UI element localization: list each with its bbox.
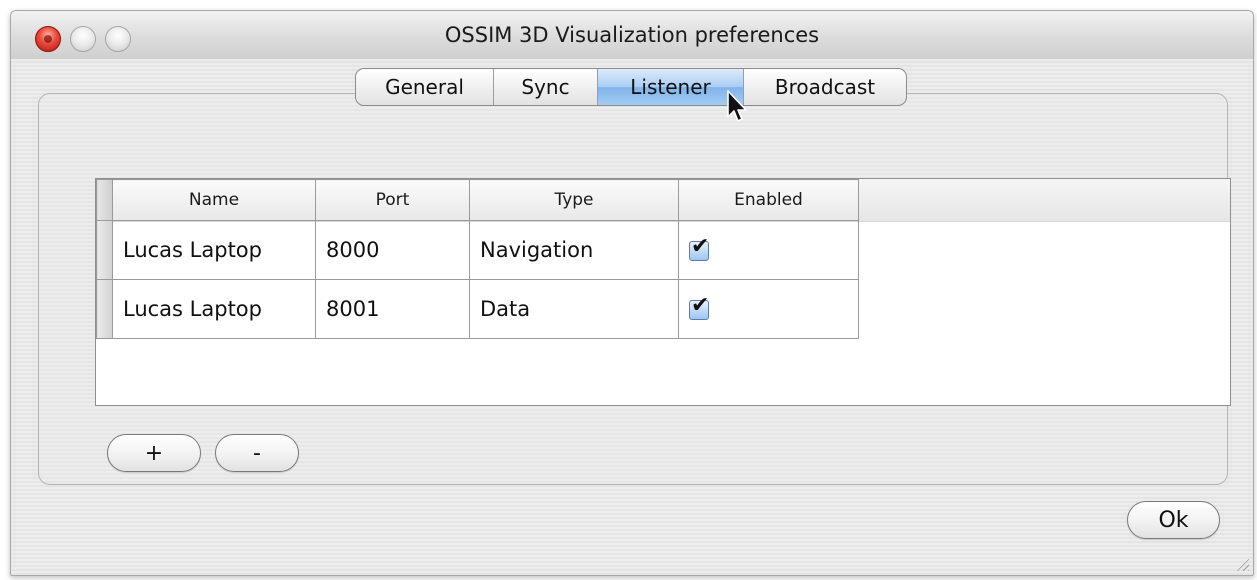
window-title: OSSIM 3D Visualization preferences	[444, 23, 820, 47]
tab-listener[interactable]: Listener	[598, 69, 744, 105]
window-content: Name Port Type Enabled Lucas Laptop 8000…	[11, 59, 1253, 575]
add-button[interactable]: +	[107, 434, 201, 472]
cell-type[interactable]: Navigation	[469, 220, 679, 280]
tab-broadcast[interactable]: Broadcast	[744, 69, 906, 105]
tab-bar: General Sync Listener Broadcast	[355, 68, 907, 106]
enabled-checkbox[interactable]	[689, 236, 709, 261]
table-row[interactable]: Lucas Laptop 8000 Navigation	[96, 220, 859, 280]
cell-type[interactable]: Data	[469, 279, 679, 339]
cell-enabled[interactable]	[678, 220, 859, 280]
tab-general[interactable]: General	[356, 69, 494, 105]
ok-button[interactable]: Ok	[1127, 501, 1220, 539]
cell-name[interactable]: Lucas Laptop	[112, 279, 316, 339]
column-header-enabled[interactable]: Enabled	[678, 179, 859, 221]
cell-enabled[interactable]	[678, 279, 859, 339]
row-header[interactable]	[96, 279, 113, 339]
table-row[interactable]: Lucas Laptop 8001 Data	[96, 279, 859, 339]
remove-button[interactable]: -	[215, 434, 299, 472]
row-header[interactable]	[96, 220, 113, 280]
cell-name[interactable]: Lucas Laptop	[112, 220, 316, 280]
tab-panel: Name Port Type Enabled Lucas Laptop 8000…	[38, 93, 1231, 485]
column-header-name[interactable]: Name	[112, 179, 316, 221]
tab-sync[interactable]: Sync	[494, 69, 598, 105]
column-header-type[interactable]: Type	[469, 179, 679, 221]
title-bar[interactable]: OSSIM 3D Visualization preferences	[11, 11, 1253, 59]
cell-port[interactable]: 8000	[315, 220, 470, 280]
listener-table[interactable]: Name Port Type Enabled Lucas Laptop 8000…	[95, 178, 1231, 406]
listener-grid: Name Port Type Enabled Lucas Laptop 8000…	[96, 179, 859, 339]
enabled-checkbox[interactable]	[689, 295, 709, 320]
preferences-window: OSSIM 3D Visualization preferences Name …	[10, 10, 1254, 576]
mouse-pointer-icon	[727, 90, 747, 122]
cell-port[interactable]: 8001	[315, 279, 470, 339]
table-header-row: Name Port Type Enabled	[96, 179, 859, 221]
column-header-port[interactable]: Port	[315, 179, 470, 221]
table-corner	[96, 179, 113, 221]
